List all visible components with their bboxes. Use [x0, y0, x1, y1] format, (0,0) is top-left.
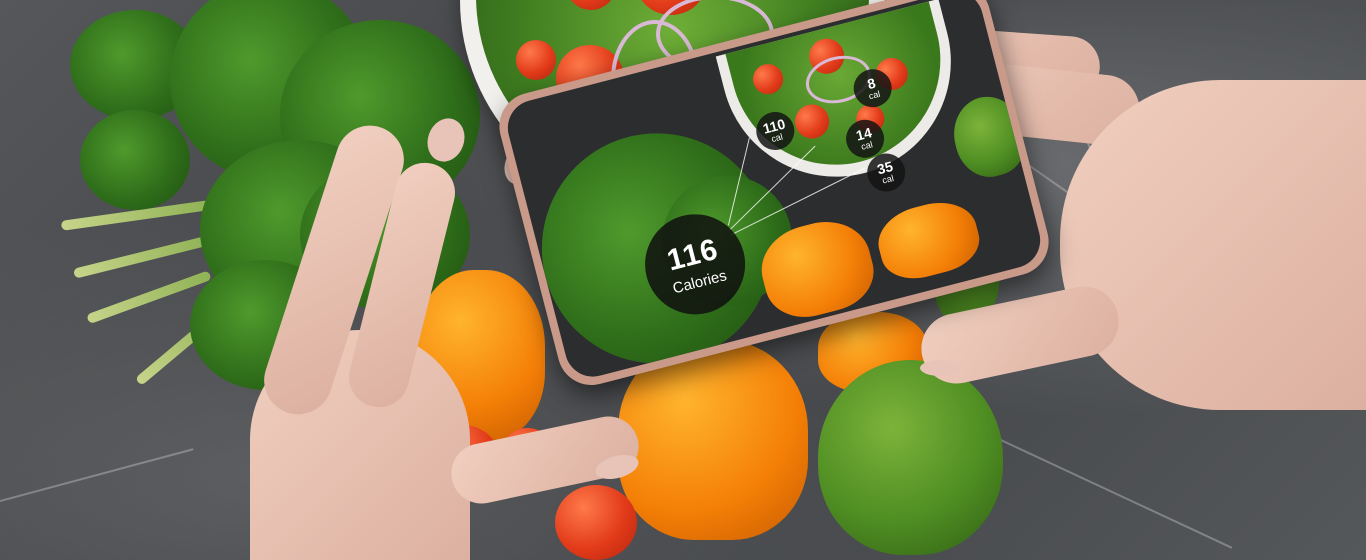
calorie-unit: cal	[860, 139, 874, 152]
avocado	[818, 360, 1003, 555]
marble-vein	[0, 448, 194, 502]
food-photo-scene: 116 Calories 110 cal 8 cal 14 cal 35 cal	[0, 0, 1366, 560]
calorie-unit: cal	[867, 88, 882, 102]
calorie-unit: cal	[881, 173, 895, 186]
tomato	[555, 485, 637, 560]
calorie-unit: cal	[770, 131, 784, 145]
